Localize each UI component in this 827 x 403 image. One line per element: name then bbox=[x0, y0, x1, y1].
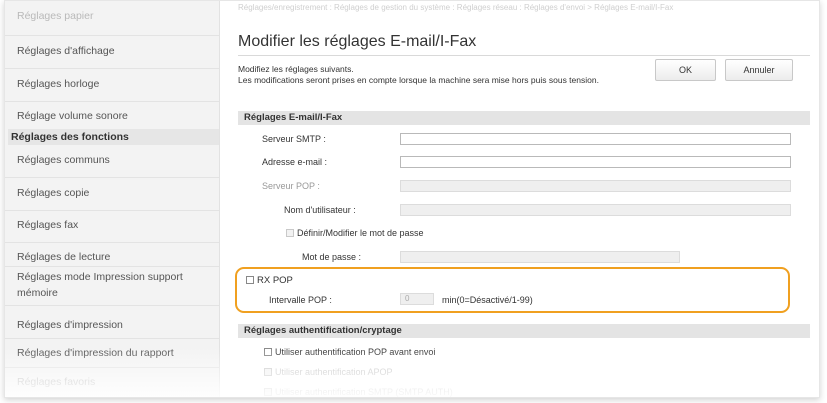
username-label: Nom d'utilisateur : bbox=[284, 205, 356, 215]
sidebar-item-reglages-impression[interactable]: Réglages d'impression bbox=[17, 319, 123, 331]
page-description: Modifiez les réglages suivants. Les modi… bbox=[238, 64, 658, 86]
sidebar-item-reglages-horloge[interactable]: Réglages horloge bbox=[17, 78, 99, 90]
rx-pop-highlight bbox=[235, 267, 790, 313]
sidebar-item-reglages-papier[interactable]: Réglages papier bbox=[17, 10, 93, 22]
sidebar: Réglages papier Réglages d'affichage Rég… bbox=[5, 1, 220, 397]
breadcrumb[interactable]: Réglages/enregistrement : Réglages de ge… bbox=[238, 3, 808, 13]
sidebar-divider bbox=[5, 68, 219, 69]
pop-interval-label: Intervalle POP : bbox=[269, 295, 332, 305]
app-window: Réglages papier Réglages d'affichage Rég… bbox=[4, 0, 820, 398]
sidebar-item-reglages-favoris[interactable]: Réglages favoris bbox=[17, 376, 95, 388]
sidebar-divider bbox=[5, 338, 219, 339]
pop-interval-input[interactable]: 0 bbox=[400, 293, 434, 305]
email-address-label: Adresse e-mail : bbox=[262, 157, 328, 167]
smtp-server-input[interactable] bbox=[400, 133, 791, 145]
ok-button[interactable]: OK bbox=[655, 59, 716, 81]
sidebar-item-reglage-volume[interactable]: Réglage volume sonore bbox=[17, 110, 128, 122]
set-password-checkbox[interactable] bbox=[286, 229, 294, 237]
username-input[interactable] bbox=[400, 204, 791, 216]
apop-auth-checkbox[interactable] bbox=[264, 368, 272, 376]
smtp-server-label: Serveur SMTP : bbox=[262, 134, 326, 144]
smtp-auth-label: Utiliser authentification SMTP (SMTP AUT… bbox=[275, 387, 453, 397]
description-line-1: Modifiez les réglages suivants. bbox=[238, 64, 354, 74]
sidebar-item-reglages-communs[interactable]: Réglages communs bbox=[17, 154, 110, 166]
sidebar-section-heading[interactable]: Réglages des fonctions bbox=[8, 129, 219, 145]
sidebar-divider bbox=[5, 210, 219, 211]
sidebar-divider bbox=[5, 367, 219, 368]
sidebar-item-reglages-lecture[interactable]: Réglages de lecture bbox=[17, 251, 110, 263]
sidebar-item-reglages-affichage[interactable]: Réglages d'affichage bbox=[17, 45, 115, 57]
pop-server-input[interactable] bbox=[400, 180, 791, 192]
pop-auth-checkbox[interactable] bbox=[264, 348, 272, 356]
sidebar-divider bbox=[5, 35, 219, 36]
set-password-label: Définir/Modifier le mot de passe bbox=[297, 228, 424, 238]
sidebar-divider bbox=[5, 305, 219, 306]
cancel-button[interactable]: Annuler bbox=[725, 59, 793, 81]
sidebar-item-reglages-fax[interactable]: Réglages fax bbox=[17, 219, 78, 231]
apop-auth-label: Utiliser authentification APOP bbox=[275, 367, 393, 377]
smtp-auth-checkbox[interactable] bbox=[264, 388, 272, 396]
section-heading-auth: Réglages authentification/cryptage bbox=[238, 324, 810, 338]
sidebar-item-reglages-impression-memoire[interactable]: Réglages mode Impression support mémoire bbox=[17, 269, 207, 301]
section-heading-email-ifax: Réglages E-mail/I-Fax bbox=[238, 111, 810, 125]
sidebar-item-reglages-copie[interactable]: Réglages copie bbox=[17, 187, 89, 199]
rx-pop-label: RX POP bbox=[257, 275, 293, 286]
pop-server-label: Serveur POP : bbox=[262, 181, 320, 191]
title-divider bbox=[238, 55, 810, 56]
email-address-input[interactable] bbox=[400, 156, 791, 168]
sidebar-divider bbox=[5, 266, 219, 267]
main-content: Réglages/enregistrement : Réglages de ge… bbox=[220, 1, 819, 397]
sidebar-divider bbox=[5, 101, 219, 102]
sidebar-item-reglages-impression-rapport[interactable]: Réglages d'impression du rapport bbox=[17, 347, 174, 359]
rx-pop-checkbox[interactable] bbox=[246, 276, 254, 284]
pop-interval-unit: min(0=Désactivé/1-99) bbox=[442, 295, 533, 305]
sidebar-divider bbox=[5, 177, 219, 178]
password-label: Mot de passe : bbox=[302, 252, 362, 262]
pop-auth-label: Utiliser authentification POP avant envo… bbox=[275, 347, 436, 357]
sidebar-divider bbox=[5, 242, 219, 243]
password-input[interactable] bbox=[400, 251, 680, 263]
description-line-2: Les modifications seront prises en compt… bbox=[238, 75, 599, 85]
page-title: Modifier les réglages E-mail/I-Fax bbox=[238, 33, 477, 50]
